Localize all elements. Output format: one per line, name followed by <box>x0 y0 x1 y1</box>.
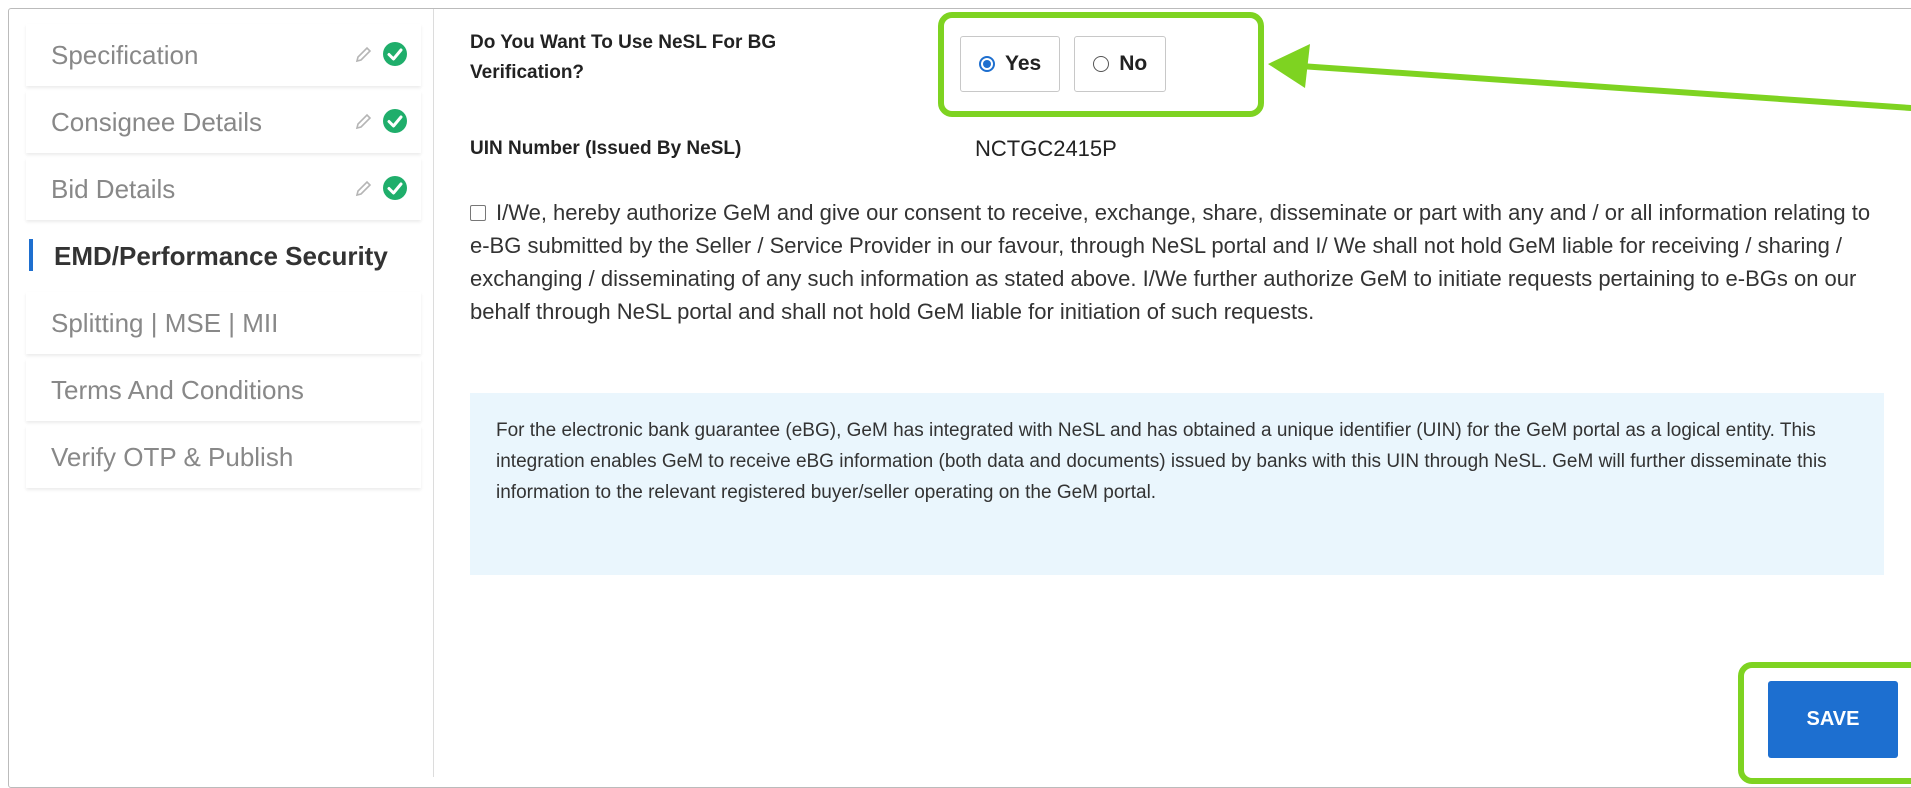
sidebar-item-label: Specification <box>51 39 199 70</box>
save-highlight-annotation <box>1738 662 1911 784</box>
info-box: For the electronic bank guarantee (eBG),… <box>470 393 1884 575</box>
sidebar-item-label: Consignee Details <box>51 106 263 137</box>
radio-highlight-annotation <box>938 12 1264 117</box>
page: Specification Consignee Details Bid Deta… <box>0 0 1911 788</box>
uin-label: UIN Number (Issued By NeSL) <box>470 138 742 159</box>
uin-value: NCTGC2415P <box>975 136 1117 161</box>
sidebar-item-label: Bid Details <box>51 173 176 204</box>
sidebar-item-label: EMD/Performance Security <box>54 240 388 271</box>
consent-checkbox[interactable] <box>470 205 486 221</box>
sidebar-item-consignee-details[interactable]: Consignee Details <box>26 91 421 153</box>
pencil-icon[interactable] <box>353 110 375 132</box>
consent-text: I/We, hereby authorize GeM and give our … <box>470 200 1871 324</box>
check-circle-icon <box>383 176 407 200</box>
nesl-question-label: Do You Want To Use NeSL For BG Verificat… <box>470 32 777 83</box>
sidebar-item-bid-details[interactable]: Bid Details <box>26 158 421 220</box>
sidebar-item-label: Terms And Conditions <box>51 374 304 405</box>
consent-statement: I/We, hereby authorize GeM and give our … <box>470 196 1890 328</box>
check-circle-icon <box>383 109 407 133</box>
sidebar: Specification Consignee Details Bid Deta… <box>9 9 434 777</box>
sidebar-item-verify-otp-publish[interactable]: Verify OTP & Publish <box>26 426 421 488</box>
sidebar-item-label: Splitting | MSE | MII <box>51 307 279 338</box>
pencil-icon[interactable] <box>353 177 375 199</box>
sidebar-item-label: Verify OTP & Publish <box>51 441 294 472</box>
sidebar-item-terms-and-conditions[interactable]: Terms And Conditions <box>26 359 421 421</box>
sidebar-item-emd-performance-security[interactable]: EMD/Performance Security <box>26 225 421 287</box>
check-circle-icon <box>383 42 407 66</box>
pencil-icon[interactable] <box>353 43 375 65</box>
sidebar-item-specification[interactable]: Specification <box>26 24 421 86</box>
info-text: For the electronic bank guarantee (eBG),… <box>496 420 1827 503</box>
sidebar-item-splitting-mse-mii[interactable]: Splitting | MSE | MII <box>26 292 421 354</box>
